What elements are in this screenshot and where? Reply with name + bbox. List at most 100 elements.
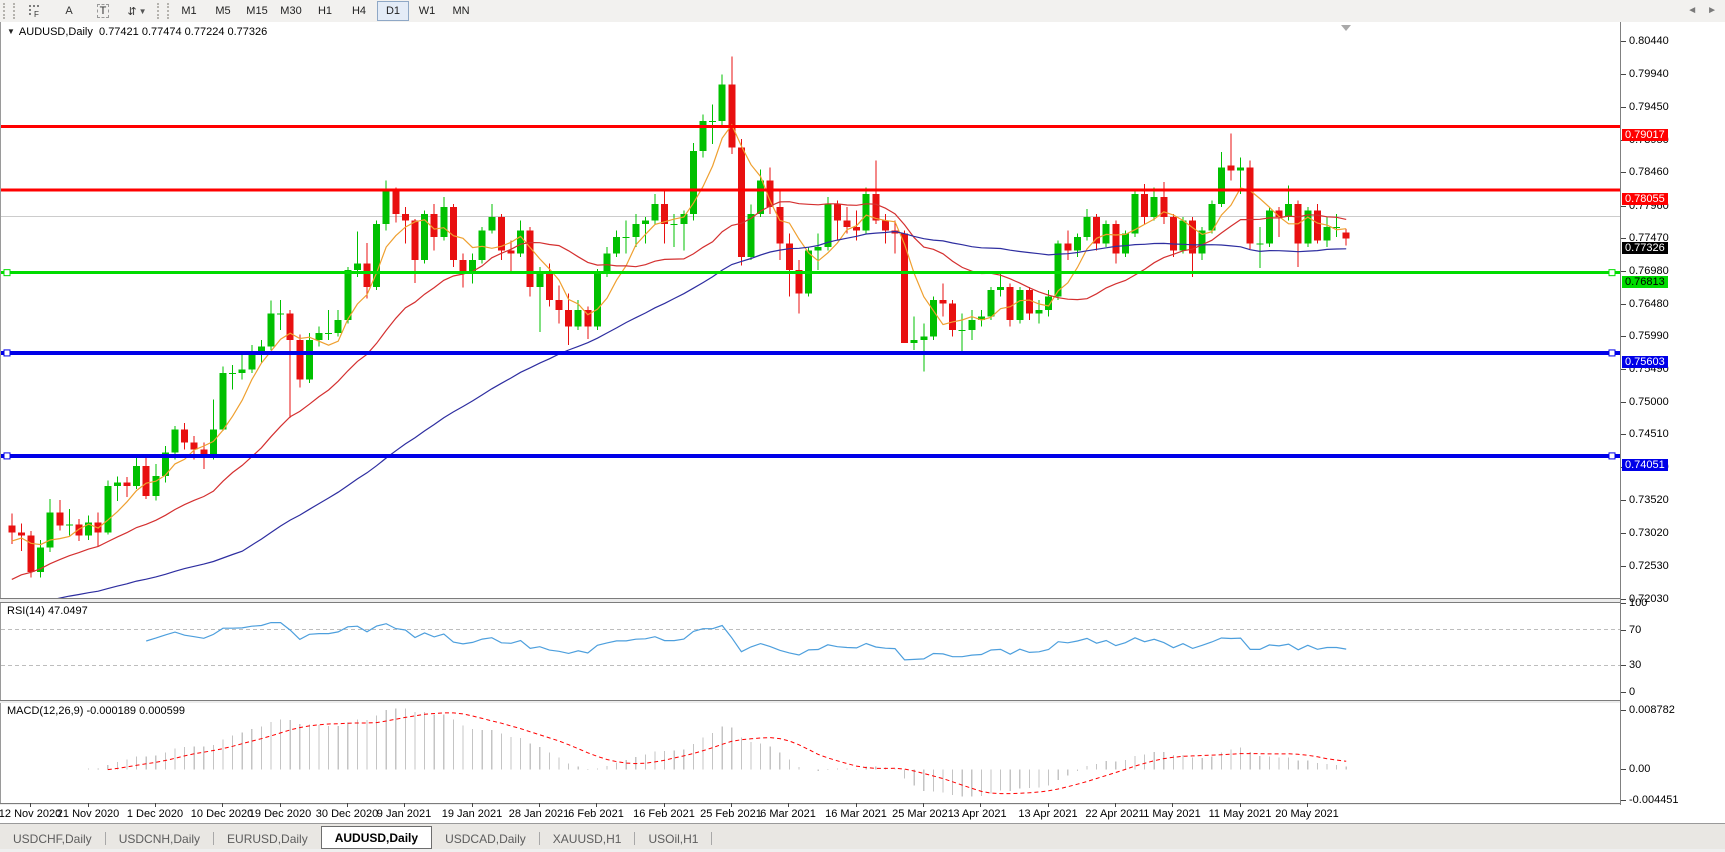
rsi-chart[interactable] xyxy=(1,603,1621,700)
label-tool-icon[interactable]: T xyxy=(87,1,119,21)
dropdown-caret-icon[interactable]: ▼ xyxy=(139,7,147,16)
date-label: 6 Mar 2021 xyxy=(760,808,816,820)
ma-slow-line xyxy=(12,232,1346,599)
grid-dots-icon: F xyxy=(28,4,42,18)
line-price-label: 0.78055 xyxy=(1622,193,1668,205)
horizontal-line-0.74051[interactable] xyxy=(1,453,1621,459)
chart-tab-usdchf[interactable]: USDCHF,Daily xyxy=(0,829,105,849)
chart-shift-marker[interactable] xyxy=(1341,25,1351,31)
date-label: 25 Feb 2021 xyxy=(700,808,762,820)
ma-mid-line xyxy=(12,202,1346,580)
chart-tab-eurusd[interactable]: EURUSD,Daily xyxy=(214,829,321,849)
symbol-dropdown-icon[interactable]: ▼ xyxy=(7,27,15,36)
date-label: 19 Jan 2021 xyxy=(442,808,503,820)
tab-scroll-right-icon[interactable]: ► xyxy=(1707,5,1717,16)
tab-scroll-buttons: ◄ ► xyxy=(1687,5,1717,16)
toolbar-drag-handle-2[interactable] xyxy=(157,3,169,19)
symbol-label: AUDUSD,Daily xyxy=(19,26,93,38)
horizontal-line-0.75603[interactable] xyxy=(1,350,1621,356)
date-tick xyxy=(539,803,540,807)
top-toolbar: F A T ⇵ ▼ M1M5M15M30H1H4D1W1MN xyxy=(0,0,1725,23)
date-label: 16 Mar 2021 xyxy=(825,808,887,820)
line-handle-right[interactable] xyxy=(1609,270,1615,276)
rsi-panel[interactable]: RSI(14) 47.0497 xyxy=(0,603,1621,700)
timeframe-button-m30[interactable]: M30 xyxy=(275,1,307,21)
date-tick xyxy=(1172,803,1173,807)
rsi-tick: 70 xyxy=(1629,624,1641,636)
price-tick: 0.78460 xyxy=(1629,166,1669,178)
date-label: 13 Apr 2021 xyxy=(1018,808,1077,820)
chart-symbol-title: ▼AUDUSD,Daily 0.77421 0.77474 0.77224 0.… xyxy=(7,26,267,38)
macd-chart[interactable] xyxy=(1,703,1621,803)
line-price-label: 0.76813 xyxy=(1622,276,1668,288)
rsi-indicator-label: RSI(14) 47.0497 xyxy=(7,605,88,617)
line-price-label: 0.75603 xyxy=(1622,356,1668,368)
candlestick-chart[interactable] xyxy=(1,22,1621,598)
date-tick xyxy=(222,803,223,807)
timeframe-button-w1[interactable]: W1 xyxy=(411,1,443,21)
timeframe-button-h1[interactable]: H1 xyxy=(309,1,341,21)
date-label: 16 Feb 2021 xyxy=(633,808,695,820)
fibonacci-tool-icon[interactable]: F xyxy=(19,1,51,21)
date-tick xyxy=(1307,803,1308,807)
macd-signal-line xyxy=(108,713,1346,794)
date-label: 3 Apr 2021 xyxy=(953,808,1006,820)
timeframe-button-m1[interactable]: M1 xyxy=(173,1,205,21)
date-tick xyxy=(788,803,789,807)
chart-tab-usdcnh[interactable]: USDCNH,Daily xyxy=(106,829,213,849)
macd-tick: 0.008782 xyxy=(1629,704,1675,716)
ohlc-high: 0.77474 xyxy=(142,26,182,38)
date-tick xyxy=(1115,803,1116,807)
date-tick xyxy=(30,803,31,807)
line-handle-left[interactable] xyxy=(4,270,10,276)
price-tick: 0.75000 xyxy=(1629,396,1669,408)
chart-tab-audusd[interactable]: AUDUSD,Daily xyxy=(321,826,432,849)
date-tick xyxy=(596,803,597,807)
chart-tab-xauusd[interactable]: XAUUSD,H1 xyxy=(540,829,635,849)
line-price-label: 0.79017 xyxy=(1622,129,1668,141)
svg-text:F: F xyxy=(34,10,39,18)
date-tick xyxy=(404,803,405,807)
timeframe-button-m15[interactable]: M15 xyxy=(241,1,273,21)
timeframe-button-h4[interactable]: H4 xyxy=(343,1,375,21)
chart-tab-usoil[interactable]: USOil,H1 xyxy=(635,829,711,849)
text-tool-icon[interactable]: A xyxy=(53,1,85,21)
date-tick xyxy=(856,803,857,807)
candles xyxy=(8,57,1349,578)
line-handle-left[interactable] xyxy=(4,453,10,459)
date-tick xyxy=(280,803,281,807)
date-tick xyxy=(155,803,156,807)
rsi-tick: 0 xyxy=(1629,686,1635,698)
rsi-tick: 30 xyxy=(1629,659,1641,671)
macd-indicator-label: MACD(12,26,9) -0.000189 0.000599 xyxy=(7,705,185,717)
price-tick: 0.73520 xyxy=(1629,494,1669,506)
line-handle-right[interactable] xyxy=(1609,453,1615,459)
rsi-tick: 100 xyxy=(1629,597,1647,609)
date-tick xyxy=(88,803,89,807)
date-label: 25 Mar 2021 xyxy=(892,808,954,820)
line-handle-right[interactable] xyxy=(1609,350,1615,356)
price-chart-panel[interactable]: ▼AUDUSD,Daily 0.77421 0.77474 0.77224 0.… xyxy=(0,22,1621,598)
arrows-tool-icon[interactable]: ⇵ ▼ xyxy=(121,1,153,21)
date-label: 30 Dec 2020 xyxy=(316,808,378,820)
macd-tick: 0.00 xyxy=(1629,763,1650,775)
macd-panel[interactable]: MACD(12,26,9) -0.000189 0.000599 xyxy=(0,703,1621,803)
chart-tab-usdcad[interactable]: USDCAD,Daily xyxy=(432,829,539,849)
price-tick: 0.76480 xyxy=(1629,298,1669,310)
ohlc-open: 0.77421 xyxy=(99,26,139,38)
date-tick xyxy=(1048,803,1049,807)
date-label: 21 Nov 2020 xyxy=(57,808,119,820)
timeframe-button-d1[interactable]: D1 xyxy=(377,1,409,21)
line-handle-left[interactable] xyxy=(4,350,10,356)
tab-scroll-left-icon[interactable]: ◄ xyxy=(1687,5,1697,16)
ohlc-close: 0.77326 xyxy=(228,26,268,38)
ma-fast-line xyxy=(12,125,1346,545)
price-axis[interactable]: 0.804400.799400.794500.789500.784600.779… xyxy=(1620,22,1725,805)
timeframe-button-m5[interactable]: M5 xyxy=(207,1,239,21)
toolbar-drag-handle[interactable] xyxy=(3,3,15,19)
current-price-label: 0.77326 xyxy=(1622,242,1668,254)
timeframe-buttons: M1M5M15M30H1H4D1W1MN xyxy=(172,1,478,21)
date-label: 19 Dec 2020 xyxy=(249,808,311,820)
time-axis[interactable]: 12 Nov 202021 Nov 20201 Dec 202010 Dec 2… xyxy=(0,805,1725,823)
timeframe-button-mn[interactable]: MN xyxy=(445,1,477,21)
